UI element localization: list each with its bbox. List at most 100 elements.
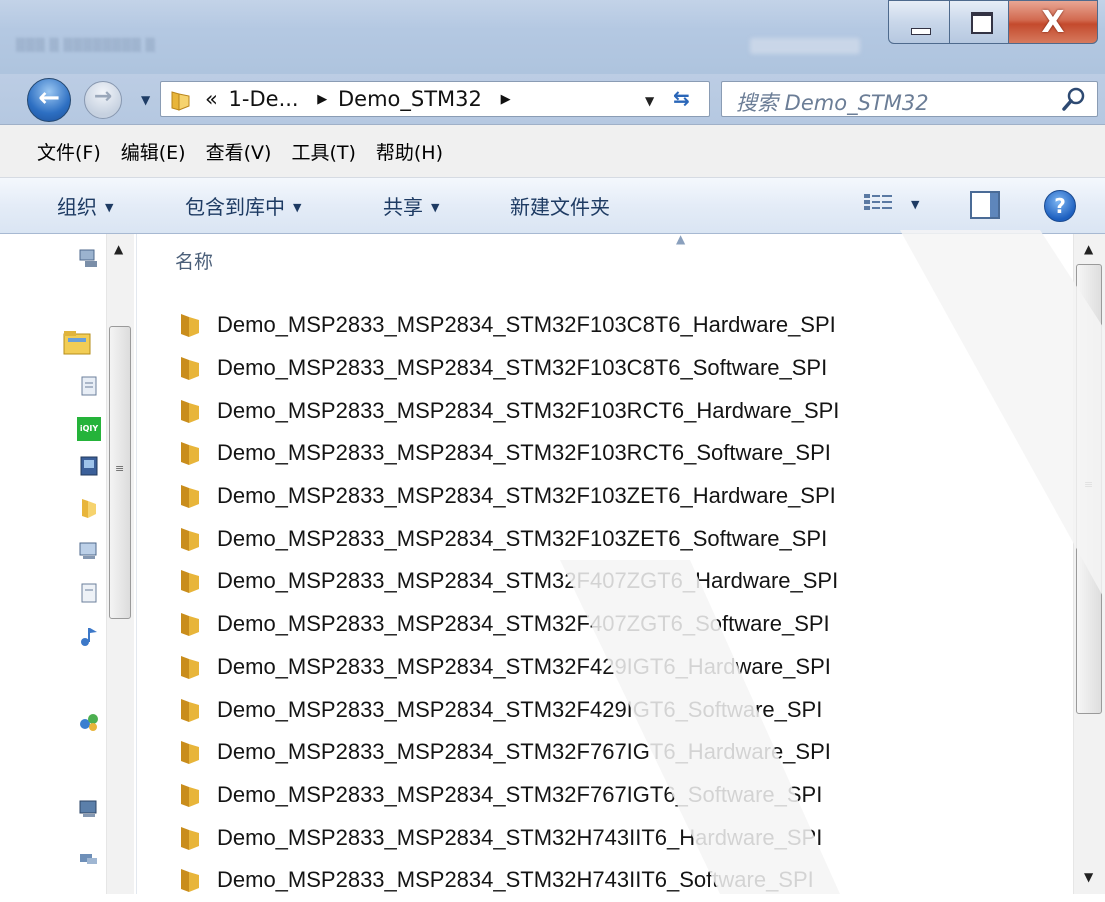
file-name: Demo_MSP2833_MSP2834_STM32F103ZET6_Hardw… [217,483,836,509]
breadcrumb-item-1[interactable]: 1-De... [229,87,299,111]
list-item[interactable]: Demo_MSP2833_MSP2834_STM32F103ZET6_Hardw… [177,475,839,518]
network-drive-icon[interactable] [77,246,101,270]
file-name: Demo_MSP2833_MSP2834_STM32F407ZGT6_Hardw… [217,568,839,594]
column-header-name[interactable]: 名称 [175,247,213,274]
computer-icon[interactable] [77,539,101,563]
list-item[interactable]: Demo_MSP2833_MSP2834_STM32H743IIT6_Softw… [177,859,839,902]
blurred-title-text: ▒▒▒ ▒ ▒▒▒▒▒▒▒▒ ▒ [16,38,156,52]
file-name: Demo_MSP2833_MSP2834_STM32H743IIT6_Softw… [217,867,814,893]
breadcrumb-item-2[interactable]: Demo_STM32 [338,87,482,111]
file-name: Demo_MSP2833_MSP2834_STM32F103RCT6_Softw… [217,440,831,466]
help-icon[interactable]: ? [1044,190,1076,222]
document-icon[interactable] [77,581,101,605]
menu-file[interactable]: 文件(F) [37,138,101,165]
include-in-library-button[interactable]: 包含到库中 ▼ [185,191,301,220]
list-item[interactable]: Demo_MSP2833_MSP2834_STM32F103C8T6_Softw… [177,347,839,390]
list-item[interactable]: Demo_MSP2833_MSP2834_STM32F767IGT6_Softw… [177,774,839,817]
breadcrumb-overflow[interactable]: « [205,87,218,111]
title-bar: ▒▒▒ ▒ ▒▒▒▒▒▒▒▒ ▒ X [0,0,1105,74]
chevron-down-icon: ▼ [105,201,114,214]
new-folder-button[interactable]: 新建文件夹 [510,191,610,220]
organize-button[interactable]: 组织 ▼ [57,191,113,220]
breadcrumb-separator-icon[interactable]: ▶ [317,92,327,107]
scroll-up-icon[interactable]: ▲ [1084,242,1093,256]
folder-icon [181,698,199,722]
forward-button[interactable]: → [84,81,122,119]
file-name: Demo_MSP2833_MSP2834_STM32F767IGT6_Hardw… [217,739,831,765]
folder-icon[interactable] [77,496,101,520]
document-icon[interactable] [77,374,101,398]
view-options-dropdown-icon[interactable]: ▼ [911,198,919,211]
menu-tools[interactable]: 工具(T) [291,138,355,165]
file-name: Demo_MSP2833_MSP2834_STM32F429IGT6_Hardw… [217,653,831,679]
menu-help[interactable]: 帮助(H) [376,138,443,165]
address-bar[interactable]: « 1-De... ▶ Demo_STM32 ▶ ▼ ⇆ [160,81,710,117]
list-item[interactable]: Demo_MSP2833_MSP2834_STM32F407ZGT6_Softw… [177,603,839,646]
maximize-button[interactable] [949,0,1009,44]
folder-icon [181,399,199,423]
scrollbar-thumb[interactable]: ≡ [109,326,131,619]
search-input[interactable]: 搜索 Demo_STM32 [736,87,929,117]
folder-icon [181,527,199,551]
list-item[interactable]: Demo_MSP2833_MSP2834_STM32F103C8T6_Hardw… [177,304,839,347]
list-item[interactable]: Demo_MSP2833_MSP2834_STM32F429IGT6_Softw… [177,688,839,731]
chevron-down-icon: ▼ [431,201,440,214]
homegroup-icon[interactable] [77,710,101,734]
file-list-scrollbar[interactable]: ▲ ≡ ▼ [1073,234,1105,894]
search-box[interactable]: 搜索 Demo_STM32 [721,81,1098,117]
organize-label: 组织 [57,195,97,219]
menu-bar: 文件(F) 编辑(E) 查看(V) 工具(T) 帮助(H) [0,124,1105,178]
preview-pane-icon[interactable] [970,191,1000,219]
close-icon: X [1041,5,1065,40]
folder-icon [181,783,199,807]
scrollbar-thumb[interactable]: ≡ [1076,264,1102,714]
address-dropdown-icon[interactable]: ▼ [645,94,654,108]
refresh-icon[interactable]: ⇆ [673,86,690,110]
list-item[interactable]: Demo_MSP2833_MSP2834_STM32F103RCT6_Softw… [177,432,839,475]
list-item[interactable]: Demo_MSP2833_MSP2834_STM32F103ZET6_Softw… [177,517,839,560]
back-button[interactable]: ← [27,78,71,122]
network-icon[interactable] [77,846,101,870]
music-library-icon[interactable] [77,624,101,648]
navigation-pane: iQIY ▲ ≡ [0,234,137,894]
file-name: Demo_MSP2833_MSP2834_STM32F407ZGT6_Softw… [217,611,830,637]
list-item[interactable]: Demo_MSP2833_MSP2834_STM32F767IGT6_Hardw… [177,731,839,774]
search-icon[interactable] [1059,84,1089,114]
history-dropdown-icon[interactable]: ▼ [141,93,150,107]
view-options-icon[interactable] [862,191,896,219]
folder-icon [181,655,199,679]
list-item[interactable]: Demo_MSP2833_MSP2834_STM32F429IGT6_Hardw… [177,646,839,689]
list-item[interactable]: Demo_MSP2833_MSP2834_STM32F407ZGT6_Hardw… [177,560,839,603]
iqiyi-app-icon[interactable]: iQIY [77,417,101,441]
folder-icon [181,442,199,466]
file-name: Demo_MSP2833_MSP2834_STM32H743IIT6_Hardw… [217,824,823,850]
list-item[interactable]: Demo_MSP2833_MSP2834_STM32F103RCT6_Hardw… [177,389,839,432]
close-button[interactable]: X [1008,0,1098,44]
minimize-icon [911,28,931,35]
libraries-icon[interactable] [62,328,94,356]
video-library-icon[interactable] [77,454,101,478]
scroll-up-icon[interactable]: ▲ [114,242,123,256]
navigation-scrollbar[interactable]: ▲ ≡ [106,234,134,894]
folder-icon [181,869,199,893]
file-name: Demo_MSP2833_MSP2834_STM32F103C8T6_Softw… [217,355,828,381]
breadcrumb-separator-icon[interactable]: ▶ [501,92,511,107]
share-label: 共享 [383,195,423,219]
folder-icon [181,741,199,765]
menu-edit[interactable]: 编辑(E) [121,138,186,165]
include-in-library-label: 包含到库中 [185,195,285,219]
scroll-down-icon[interactable]: ▼ [1084,870,1093,884]
forward-arrow-icon: → [93,84,113,109]
command-bar: 组织 ▼ 包含到库中 ▼ 共享 ▼ 新建文件夹 ▼ ? [0,178,1105,234]
folder-icon [181,485,199,509]
share-button[interactable]: 共享 ▼ [383,191,439,220]
folder-icon [181,570,199,594]
minimize-button[interactable] [888,0,950,44]
file-name: Demo_MSP2833_MSP2834_STM32F103RCT6_Hardw… [217,397,840,423]
list-item[interactable]: Demo_MSP2833_MSP2834_STM32H743IIT6_Hardw… [177,816,839,859]
menu-view[interactable]: 查看(V) [206,138,272,165]
folder-icon [181,826,199,850]
file-list-pane: ▲ 名称 Demo_MSP2833_MSP2834_STM32F103C8T6_… [137,232,1073,894]
computer-icon[interactable] [77,797,101,821]
file-name: Demo_MSP2833_MSP2834_STM32F103C8T6_Hardw… [217,312,836,338]
